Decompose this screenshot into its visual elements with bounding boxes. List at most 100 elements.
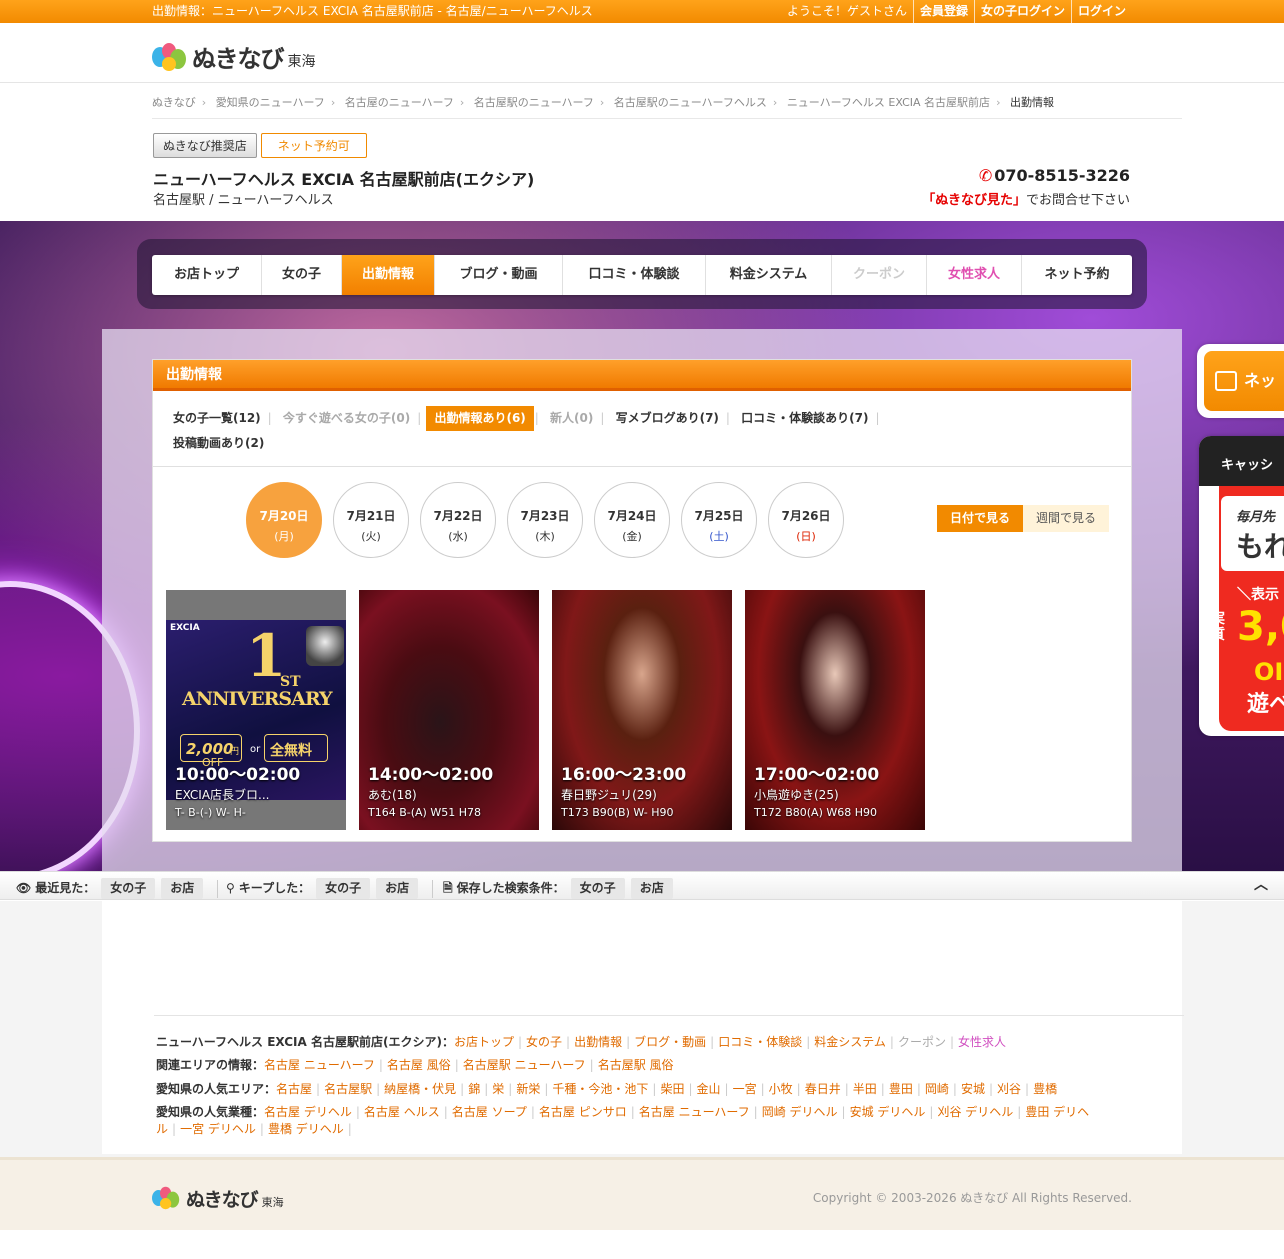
side-reserve-button[interactable]: ネッ	[1197, 344, 1284, 418]
filter-photo-blog[interactable]: 写メブログあり(7)	[610, 406, 725, 431]
date-button[interactable]: 7月22日 (水)	[420, 482, 496, 558]
footer-link[interactable]: 料金システム	[814, 1035, 886, 1049]
footer-link[interactable]: 春日井	[805, 1082, 841, 1096]
recent-shops-button[interactable]: お店	[161, 878, 204, 899]
girl-card[interactable]: 16:00〜23:00 春日野ジュリ(29) T173 B90(B) W- H90	[552, 590, 732, 830]
footer-link[interactable]: 女の子	[526, 1035, 562, 1049]
footer-link[interactable]: 豊橋	[1033, 1082, 1057, 1096]
date-button[interactable]: 7月26日 (日)	[768, 482, 844, 558]
footer-link[interactable]: 女性求人	[958, 1035, 1006, 1049]
footer-link[interactable]: 豊田	[889, 1082, 913, 1096]
footer-link[interactable]: 岡崎 デリヘル	[762, 1105, 838, 1119]
footer-link[interactable]: 名古屋 デリヘル	[264, 1105, 352, 1119]
footer-link[interactable]: 小牧	[769, 1082, 793, 1096]
footer-link[interactable]: 半田	[853, 1082, 877, 1096]
login-link[interactable]: ログイン	[1070, 0, 1132, 23]
breadcrumb-item[interactable]: 名古屋のニューハーフ	[345, 96, 454, 109]
filter-newcomer[interactable]: 新人(0)	[544, 406, 599, 431]
page-heading: 出勤情報：ニューハーフヘルス EXCIA 名古屋駅前店 - 名古屋/ニューハーフ…	[152, 4, 593, 18]
filter-videos[interactable]: 投稿動画あり(2)	[167, 431, 270, 456]
side-cashback-banner[interactable]: キャッシ 毎月先もれ ＼表示 実質 3,0 OI 遊ベ	[1199, 436, 1284, 736]
logo-region: 東海	[287, 53, 316, 70]
top-bar: 出勤情報：ニューハーフヘルス EXCIA 名古屋駅前店 - 名古屋/ニューハーフ…	[0, 0, 1284, 23]
breadcrumb-item[interactable]: 名古屋駅のニューハーフヘルス	[614, 96, 767, 109]
footer-link[interactable]: 安城	[961, 1082, 985, 1096]
footer-logo[interactable]: ぬきなび 東海	[152, 1184, 284, 1212]
footer-link[interactable]: ブログ・動画	[634, 1035, 706, 1049]
breadcrumb-item[interactable]: 名古屋駅のニューハーフ	[474, 96, 594, 109]
filter-all-girls[interactable]: 女の子一覧(12)	[167, 406, 267, 431]
date-button[interactable]: 7月21日 (火)	[333, 482, 409, 558]
girl-card[interactable]: EXCIA 1 ST ANNIVERSARY 2,000 円 OFF or 全無…	[166, 590, 346, 830]
breadcrumb-item[interactable]: ニューハーフヘルス EXCIA 名古屋駅前店	[787, 96, 990, 109]
chevron-up-icon[interactable]: ︿	[1254, 872, 1268, 899]
tab-girls[interactable]: 女の子	[262, 255, 342, 295]
footer-link[interactable]: 一宮 デリヘル	[180, 1122, 256, 1136]
footer-link[interactable]: 刈谷 デリヘル	[937, 1105, 1013, 1119]
view-by-date-button[interactable]: 日付で見る	[937, 505, 1024, 532]
footer-link[interactable]: 千種・今池・池下	[552, 1082, 648, 1096]
footer-link[interactable]: 刈谷	[997, 1082, 1021, 1096]
breadcrumb-item[interactable]: ぬきなび	[152, 96, 196, 109]
footer-link[interactable]: 納屋橋・伏見	[384, 1082, 456, 1096]
girl-name: あむ(18)	[368, 788, 417, 802]
footer-link[interactable]: 名古屋	[276, 1082, 312, 1096]
register-link[interactable]: 会員登録	[912, 0, 974, 23]
footer-link[interactable]: 名古屋駅	[324, 1082, 372, 1096]
date-button[interactable]: 7月24日 (金)	[594, 482, 670, 558]
footer-link[interactable]: 口コミ・体験談	[718, 1035, 802, 1049]
footer-link[interactable]: 名古屋 ヘルス	[364, 1105, 440, 1119]
footer-link[interactable]: 名古屋駅 ニューハーフ	[463, 1058, 586, 1072]
footer-link[interactable]: 出勤情報	[574, 1035, 622, 1049]
footer-link[interactable]: 名古屋 ソープ	[452, 1105, 527, 1119]
tab-schedule[interactable]: 出勤情報	[342, 255, 435, 295]
keep-icon: ⚲	[226, 881, 235, 895]
panel-title: 出勤情報	[153, 360, 1131, 391]
girl-cards: EXCIA 1 ST ANNIVERSARY 2,000 円 OFF or 全無…	[166, 590, 925, 830]
recent-girls-button[interactable]: 女の子	[101, 878, 156, 899]
footer-link[interactable]: 名古屋 ニューハーフ	[639, 1105, 750, 1119]
shop-phone[interactable]: ✆ 070-8515-3226	[979, 166, 1130, 185]
tab-reviews[interactable]: 口コミ・体験談	[563, 255, 706, 295]
filter-on-schedule[interactable]: 出勤情報あり(6)	[426, 406, 534, 431]
site-logo[interactable]: ぬきなび 東海	[152, 39, 316, 74]
footer-link[interactable]: 名古屋 ニューハーフ	[264, 1058, 375, 1072]
footer-link[interactable]: 柴田	[660, 1082, 684, 1096]
footer-link[interactable]: 名古屋駅 風俗	[598, 1058, 674, 1072]
footer-link[interactable]: 一宮	[733, 1082, 757, 1096]
tab-net-reserve[interactable]: ネット予約	[1022, 255, 1132, 295]
date-button[interactable]: 7月23日 (木)	[507, 482, 583, 558]
footer-link[interactable]: クーポン	[898, 1035, 946, 1049]
footer-link[interactable]: 金山	[697, 1082, 721, 1096]
footer-link[interactable]: 名古屋 風俗	[387, 1058, 451, 1072]
girl-name: 小鳥遊ゆき(25)	[754, 788, 839, 802]
footer-link[interactable]: 安城 デリヘル	[850, 1105, 926, 1119]
kept-label: キープした：	[238, 881, 311, 895]
girl-login-link[interactable]: 女の子ログイン	[973, 0, 1071, 23]
saved-shops-button[interactable]: お店	[630, 878, 673, 899]
filter-reviews[interactable]: 口コミ・体験談あり(7)	[735, 406, 874, 431]
breadcrumb-item[interactable]: 愛知県のニューハーフ	[216, 96, 325, 109]
tab-blog[interactable]: ブログ・動画	[435, 255, 563, 295]
saved-girls-button[interactable]: 女の子	[570, 878, 625, 899]
footer-link[interactable]: 栄	[492, 1082, 504, 1096]
girl-card[interactable]: 14:00〜02:00 あむ(18) T164 B-(A) W51 H78	[359, 590, 539, 830]
view-by-week-button[interactable]: 週間で見る	[1023, 505, 1110, 532]
footer-link[interactable]: 新栄	[516, 1082, 540, 1096]
date-button[interactable]: 7月25日 (土)	[681, 482, 757, 558]
girl-name: 春日野ジュリ(29)	[561, 788, 657, 802]
tab-shop-top[interactable]: お店トップ	[152, 255, 262, 295]
footer-link[interactable]: 名古屋 ピンサロ	[539, 1105, 627, 1119]
kept-girls-button[interactable]: 女の子	[316, 878, 371, 899]
tab-recruit[interactable]: 女性求人	[927, 255, 1022, 295]
footer-link[interactable]: 豊橋 デリヘル	[268, 1122, 344, 1136]
girl-card[interactable]: 17:00〜02:00 小鳥遊ゆき(25) T172 B80(A) W68 H90	[745, 590, 925, 830]
footer-link[interactable]: お店トップ	[454, 1035, 514, 1049]
date-button[interactable]: 7月20日 (月)	[246, 482, 322, 558]
tab-price[interactable]: 料金システム	[706, 255, 832, 295]
footer-link[interactable]: 岡崎	[925, 1082, 949, 1096]
filter-available-now[interactable]: 今すぐ遊べる女の子(0)	[277, 406, 416, 431]
saved-search-icon: 🗎	[443, 881, 453, 895]
kept-shops-button[interactable]: お店	[376, 878, 419, 899]
footer-link[interactable]: 錦	[468, 1082, 480, 1096]
